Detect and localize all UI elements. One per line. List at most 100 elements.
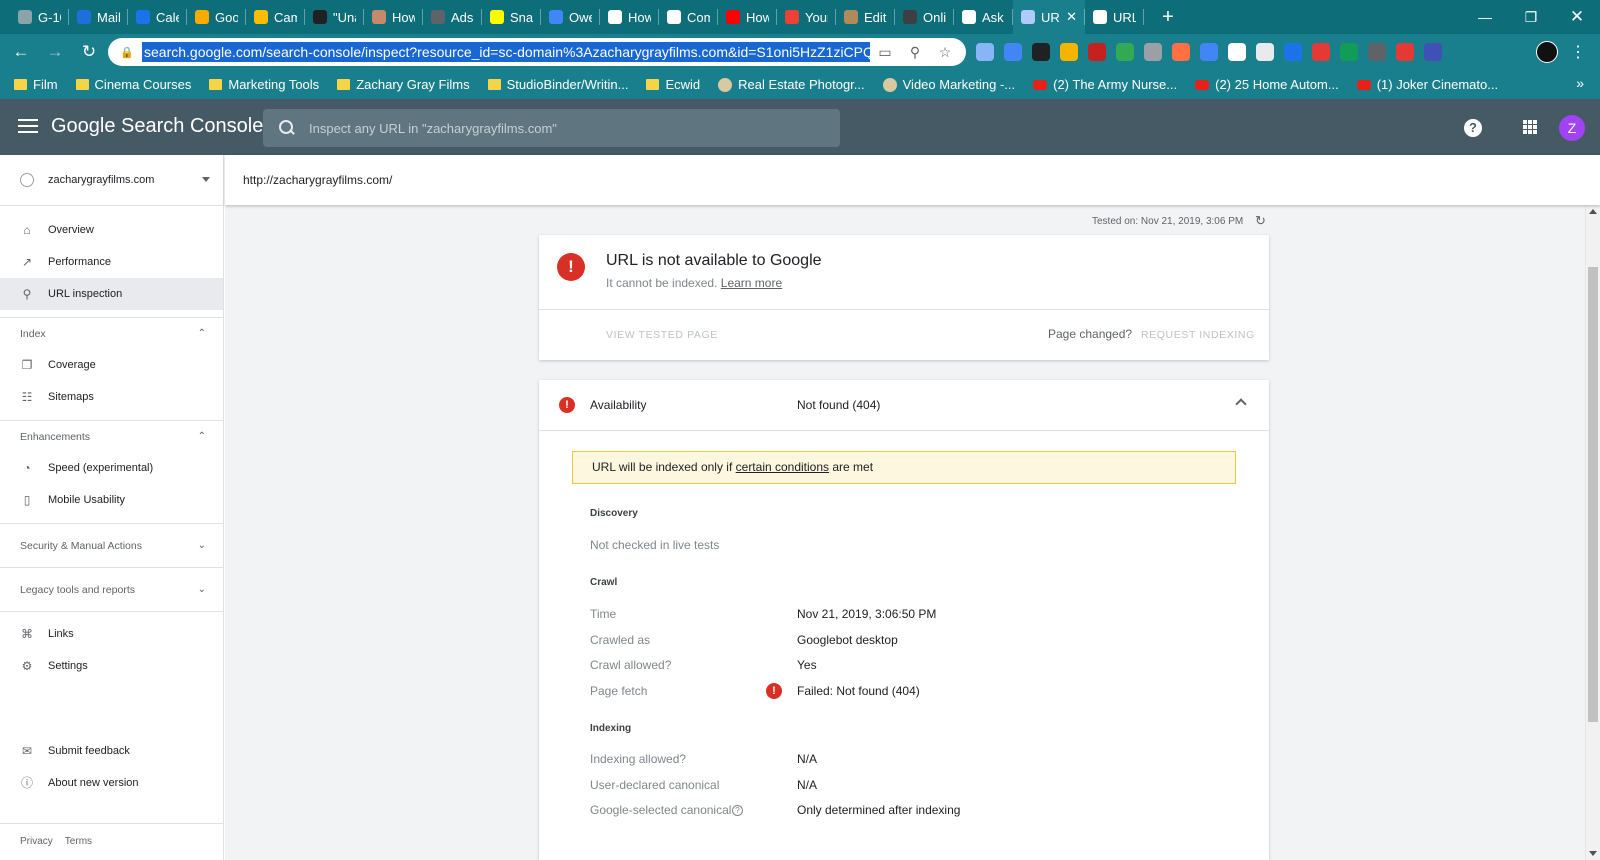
browser-tab[interactable]: Your f (777, 0, 836, 34)
apps-grid-icon[interactable] (1523, 120, 1537, 134)
avatar[interactable]: Z (1559, 115, 1585, 141)
browser-tab[interactable]: How t (718, 0, 777, 34)
sidebar-item-url-inspection[interactable]: ⚲ URL inspection (0, 278, 223, 310)
extension-icon[interactable] (1228, 43, 1246, 61)
new-tab-button[interactable]: + (1158, 6, 1178, 29)
browser-tab[interactable]: Owen (541, 0, 600, 34)
browser-tab[interactable]: URL Ir (1085, 0, 1144, 34)
property-selector[interactable]: zacharygrayfilms.com (0, 155, 223, 206)
view-tested-page-button[interactable]: VIEW TESTED PAGE (606, 329, 718, 341)
certain-conditions-link[interactable]: certain conditions (736, 460, 829, 474)
browser-tab[interactable]: Ads M (423, 0, 482, 34)
bookmark-item[interactable]: (1) Joker Cinemato... (1356, 77, 1498, 92)
extension-icon[interactable] (1340, 43, 1358, 61)
sidebar-item-performance[interactable]: ↗ Performance (0, 246, 223, 278)
learn-more-link[interactable]: Learn more (721, 276, 782, 290)
extension-icon[interactable] (1144, 43, 1162, 61)
bookmark-item[interactable]: Cinema Courses (75, 77, 191, 92)
extension-icon[interactable] (1284, 43, 1302, 61)
bookmark-item[interactable]: Film (14, 77, 58, 92)
sidebar-item-links[interactable]: ⌘ Links (0, 618, 223, 650)
hamburger-menu-icon[interactable] (18, 115, 38, 137)
extension-icon[interactable] (1032, 43, 1050, 61)
browser-tab[interactable]: Edit - (836, 0, 895, 34)
extension-icon[interactable] (1004, 43, 1022, 61)
browser-tab[interactable]: How t (364, 0, 423, 34)
browser-tab[interactable]: Ask a (954, 0, 1013, 34)
browser-tab[interactable]: How t (600, 0, 659, 34)
back-icon[interactable]: ← (8, 39, 34, 65)
request-indexing-button[interactable]: REQUEST INDEXING (1141, 329, 1255, 341)
forward-icon[interactable]: → (42, 39, 68, 65)
scroll-down-icon[interactable] (1589, 851, 1597, 856)
bookmark-item[interactable]: StudioBinder/Writin... (487, 77, 628, 92)
bookmark-star-icon[interactable]: ☆ (930, 44, 960, 61)
inspect-search-box[interactable] (263, 109, 840, 147)
inspect-url-input[interactable] (309, 120, 829, 136)
cast-icon[interactable]: ▭ (870, 44, 900, 61)
privacy-link[interactable]: Privacy (20, 836, 53, 847)
extension-icon[interactable] (1116, 43, 1134, 61)
reload-icon[interactable]: ↻ (76, 39, 102, 65)
section-legacy[interactable]: Legacy tools and reports ⌄ (0, 568, 223, 611)
address-bar[interactable]: 🔒 search.google.com/search-console/inspe… (108, 38, 966, 66)
bookmark-item[interactable]: (2) The Army Nurse... (1033, 77, 1177, 92)
address-url[interactable]: search.google.com/search-console/inspect… (142, 42, 870, 62)
extension-icon[interactable] (1312, 43, 1330, 61)
browser-tab[interactable]: Camp (246, 0, 305, 34)
browser-tab[interactable]: UR ✕ (1013, 0, 1085, 34)
minimize-icon[interactable]: — (1462, 0, 1508, 34)
scroll-up-icon[interactable] (1589, 209, 1597, 214)
bookmark-item[interactable]: (2) 25 Home Autom... (1195, 77, 1339, 92)
bookmarks-overflow-icon[interactable]: » (1576, 75, 1584, 91)
extension-icon[interactable] (1060, 43, 1078, 61)
sidebar-item-overview[interactable]: ⌂ Overview (0, 214, 223, 246)
availability-header[interactable]: ! Availability Not found (404) (539, 380, 1269, 431)
browser-tab[interactable]: Comn (659, 0, 718, 34)
refresh-icon[interactable]: ↻ (1255, 213, 1266, 229)
close-tab-icon[interactable]: ✕ (1066, 9, 1077, 25)
sidebar-item-settings[interactable]: ⚙ Settings (0, 650, 223, 682)
extension-icon[interactable] (1088, 43, 1106, 61)
scrollbar-thumb[interactable] (1588, 267, 1598, 722)
bookmark-item[interactable]: Video Marketing -... (882, 77, 1015, 92)
extension-icon[interactable] (1396, 43, 1414, 61)
section-index[interactable]: Index ⌃ (0, 318, 223, 349)
sidebar-item-coverage[interactable]: ❐ Coverage (0, 349, 223, 381)
close-window-icon[interactable]: ✕ (1554, 0, 1600, 34)
browser-tab[interactable]: G-100 (10, 0, 69, 34)
bookmark-item[interactable]: Real Estate Photogr... (718, 77, 865, 92)
browser-tab[interactable]: Mail - (69, 0, 128, 34)
browser-tab[interactable]: Googl (187, 0, 246, 34)
bookmark-item[interactable]: Marketing Tools (209, 77, 319, 92)
bookmark-item[interactable]: Zachary Gray Films (337, 77, 470, 92)
zoom-icon[interactable]: ⚲ (900, 44, 930, 61)
terms-link[interactable]: Terms (65, 836, 92, 847)
extension-icon[interactable] (1172, 43, 1190, 61)
profile-extension-icon[interactable] (1536, 41, 1558, 63)
browser-tab[interactable]: Onlin (895, 0, 954, 34)
extension-icon[interactable] (1256, 43, 1274, 61)
browser-tab[interactable]: Calen (128, 0, 187, 34)
sidebar-item-about-new-version[interactable]: ⓘ About new version (0, 767, 224, 799)
extension-icon[interactable] (1368, 43, 1386, 61)
browser-tab[interactable]: "Unab (305, 0, 364, 34)
chevron-up-icon[interactable] (1235, 398, 1247, 410)
sidebar-item-submit-feedback[interactable]: ✉ Submit feedback (0, 735, 224, 767)
help-circle-icon[interactable]: ? (732, 805, 743, 816)
extension-icon[interactable] (1200, 43, 1218, 61)
browser-tab[interactable]: Snap (482, 0, 541, 34)
browser-menu-icon[interactable]: ⋮ (1570, 42, 1586, 62)
restore-icon[interactable]: ❐ (1508, 0, 1554, 34)
section-enhancements[interactable]: Enhancements ⌃ (0, 421, 223, 452)
extension-icon[interactable] (1424, 43, 1442, 61)
page-scrollbar[interactable] (1585, 205, 1600, 860)
extension-icon[interactable] (976, 43, 994, 61)
app-logo[interactable]: Google Search Console (51, 115, 263, 138)
sidebar-item-speed-experimental[interactable]: ◔ Speed (experimental) (0, 452, 223, 484)
bookmark-item[interactable]: Ecwid (646, 77, 700, 92)
help-icon[interactable]: ? (1464, 119, 1482, 137)
sidebar-item-mobile-usability[interactable]: ▯ Mobile Usability (0, 484, 223, 516)
sidebar-item-sitemaps[interactable]: ☷ Sitemaps (0, 381, 223, 413)
section-security[interactable]: Security & Manual Actions ⌄ (0, 524, 223, 567)
